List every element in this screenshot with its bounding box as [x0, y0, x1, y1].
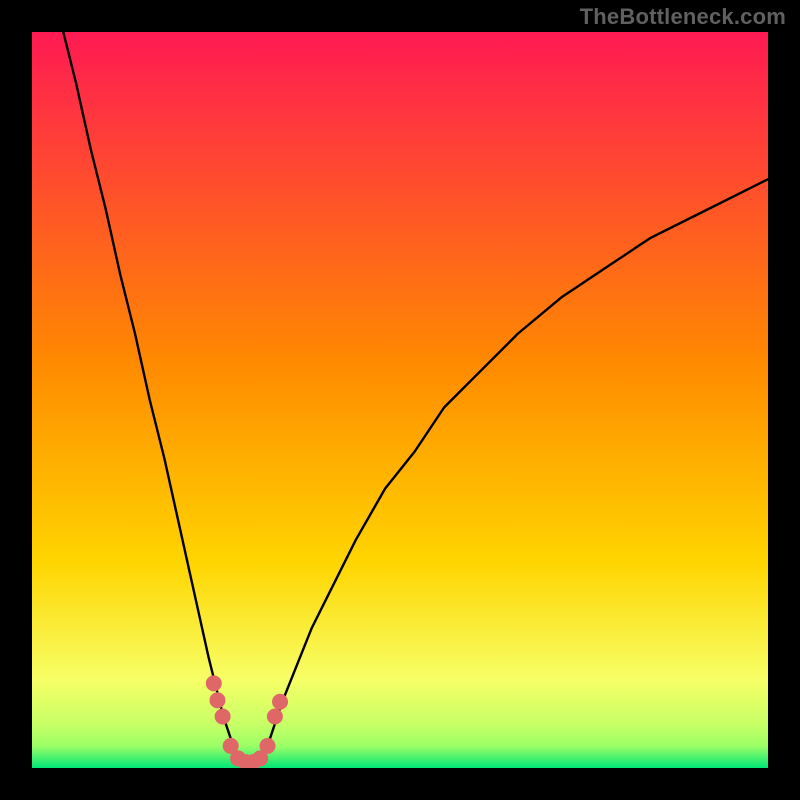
- marker-point: [260, 738, 276, 754]
- marker-point: [267, 708, 283, 724]
- plot-svg: [32, 32, 768, 768]
- plot-area: [32, 32, 768, 768]
- marker-point: [272, 694, 288, 710]
- marker-point: [209, 692, 225, 708]
- marker-point: [206, 675, 222, 691]
- gradient-background: [32, 32, 768, 768]
- marker-point: [215, 708, 231, 724]
- chart-frame: TheBottleneck.com: [0, 0, 800, 800]
- watermark-text: TheBottleneck.com: [580, 4, 786, 30]
